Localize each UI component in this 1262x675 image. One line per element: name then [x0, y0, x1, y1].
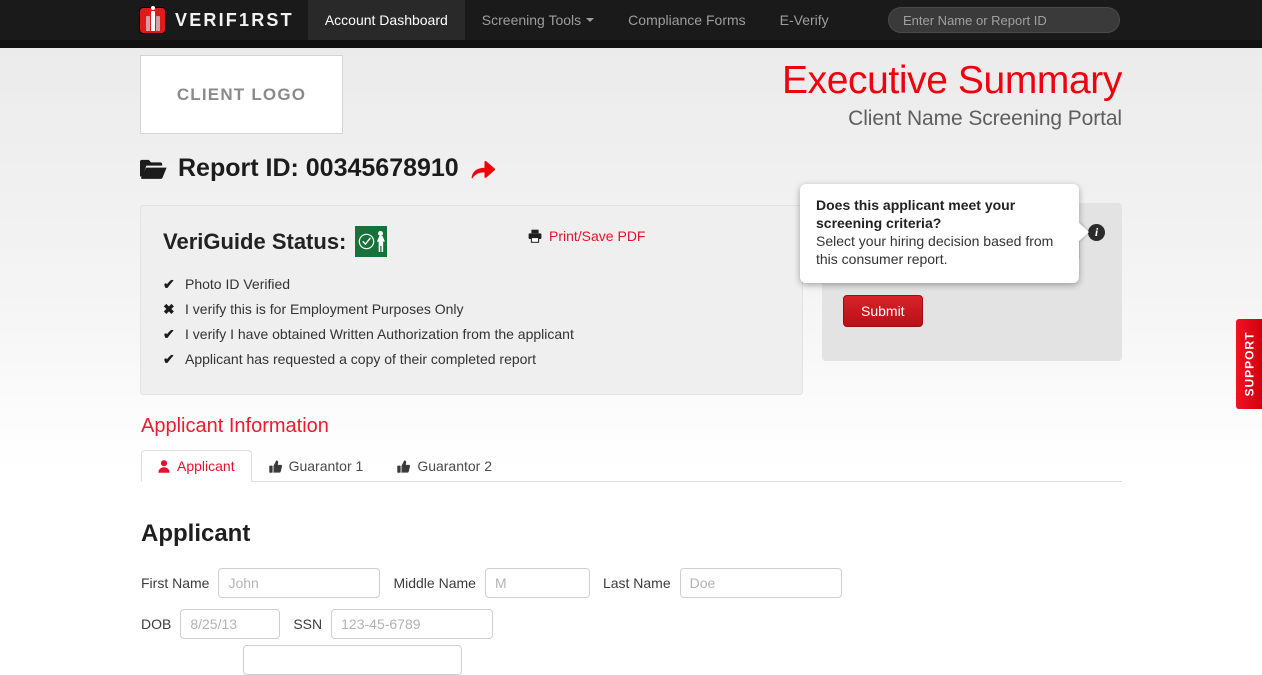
page-title-block: Executive Summary Client Name Screening … [782, 58, 1122, 131]
dob-input[interactable] [180, 609, 281, 639]
person-icon [158, 459, 170, 473]
support-tab-label: SUPPORT [1242, 331, 1257, 397]
first-name-label: First Name [141, 575, 210, 591]
tab-applicant[interactable]: Applicant [141, 450, 252, 482]
client-logo-box: CLIENT LOGO [140, 55, 343, 134]
last-name-input[interactable] [679, 568, 842, 598]
navbar-bottom-strip [0, 40, 1262, 48]
report-id-line: Report ID: 00345678910 [140, 154, 496, 183]
submit-button[interactable]: Submit [843, 295, 923, 327]
first-name-input[interactable] [218, 568, 381, 598]
print-save-pdf-link[interactable]: Print/Save PDF [528, 228, 645, 244]
nav-label: Account Dashboard [324, 12, 448, 28]
search-input[interactable] [888, 7, 1120, 33]
nav-item-screening-tools[interactable]: Screening Tools [465, 0, 611, 40]
tooltip-title: Does this applicant meet your screening … [816, 197, 1016, 231]
check-circle-icon [358, 233, 375, 250]
tab-guarantor-1[interactable]: Guarantor 1 [252, 450, 381, 482]
checklist-item-label: Photo ID Verified [185, 276, 291, 292]
page-subtitle: Client Name Screening Portal [848, 107, 1122, 131]
check-mark-icon: ✔ [163, 276, 175, 292]
page-title: Executive Summary [782, 59, 1122, 102]
tab-label: Guarantor 2 [417, 458, 493, 474]
print-save-pdf-label: Print/Save PDF [549, 228, 646, 244]
folder-open-icon [140, 159, 167, 179]
tooltip-arrow [1078, 222, 1089, 242]
client-logo-text: CLIENT LOGO [176, 84, 307, 104]
thumbs-up-icon [397, 459, 411, 473]
tooltip-body: Select your hiring decision based from t… [816, 233, 1054, 267]
veriguide-title: VeriGuide Status: [163, 228, 347, 254]
screening-criteria-tooltip: Does this applicant meet your screening … [800, 184, 1079, 283]
share-arrow-icon[interactable] [470, 157, 496, 181]
form-row-dob-ssn: DOB SSN [141, 609, 494, 639]
checklist-item: ✔ I verify I have obtained Written Autho… [163, 326, 574, 351]
nav-item-compliance-forms[interactable]: Compliance Forms [611, 0, 762, 40]
veriguide-status-badge [355, 226, 388, 257]
thumbs-up-icon [268, 459, 282, 473]
nav-label: E-Verify [779, 12, 829, 28]
info-circle-icon[interactable]: i [1088, 224, 1105, 241]
applicant-tabs: Applicant Guarantor 1 Guarantor 2 [141, 450, 1122, 482]
nav-label: Compliance Forms [628, 12, 746, 28]
tab-guarantor-2[interactable]: Guarantor 2 [380, 450, 509, 482]
tab-label: Applicant [177, 458, 235, 474]
check-mark-icon: ✔ [163, 351, 175, 367]
verifirst-mark-icon [139, 5, 166, 34]
middle-name-input[interactable] [484, 568, 590, 598]
checklist-item-label: I verify this is for Employment Purposes… [185, 301, 464, 317]
person-figure-icon [376, 231, 385, 252]
brand-name: VERIF1RST [175, 9, 294, 30]
ssn-input[interactable] [331, 609, 494, 639]
section-title-applicant-information: Applicant Information [141, 415, 329, 437]
checklist-item: ✖ I verify this is for Employment Purpos… [163, 301, 574, 326]
checklist-item-label: I verify I have obtained Written Authori… [185, 326, 574, 342]
chevron-down-icon [586, 18, 595, 22]
veriguide-panel: VeriGuide Status: ✔ Photo ID Verified ✖ … [140, 205, 803, 395]
last-name-label: Last Name [602, 575, 671, 591]
nav-item-account-dashboard[interactable]: Account Dashboard [307, 0, 465, 40]
nav-items: Account Dashboard Screening Tools Compli… [307, 0, 846, 40]
middle-name-label: Middle Name [393, 575, 476, 591]
form-row-names: First Name Middle Name Last Name [141, 568, 842, 598]
check-mark-icon: ✔ [163, 326, 175, 342]
applicant-heading: Applicant [141, 520, 251, 547]
brand-logo[interactable]: VERIF1RST [139, 0, 294, 40]
veriguide-checklist: ✔ Photo ID Verified ✖ I verify this is f… [163, 276, 574, 376]
checklist-item: ✔ Photo ID Verified [163, 276, 574, 301]
x-mark-icon: ✖ [163, 301, 175, 317]
nav-item-e-verify[interactable]: E-Verify [763, 0, 846, 40]
nav-label: Screening Tools [481, 12, 582, 28]
dob-label: DOB [141, 616, 172, 632]
tab-label: Guarantor 1 [288, 458, 364, 474]
support-tab[interactable]: SUPPORT [1236, 319, 1262, 409]
checklist-item-label: Applicant has requested a copy of their … [185, 351, 536, 367]
checklist-item: ✔ Applicant has requested a copy of thei… [163, 351, 574, 376]
partially-visible-input[interactable] [243, 645, 462, 675]
report-id-text: Report ID: 00345678910 [178, 154, 459, 182]
veriguide-header: VeriGuide Status: [163, 226, 388, 257]
ssn-label: SSN [293, 616, 323, 632]
printer-icon [528, 229, 542, 243]
